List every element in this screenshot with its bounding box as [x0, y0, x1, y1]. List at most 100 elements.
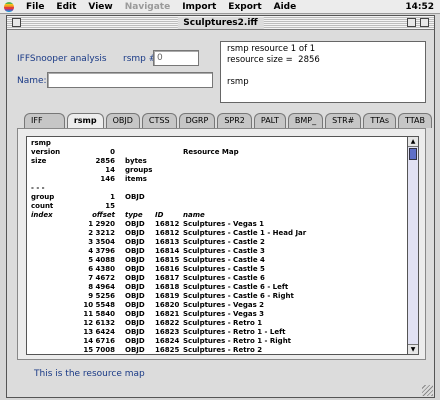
text-line-c3: 16815 [155, 256, 180, 264]
text-line-c1: 13 6424 [83, 328, 115, 336]
text-line-c3: 16814 [155, 247, 180, 255]
text-line-c4: Sculptures - Castle 5 [183, 265, 265, 273]
text-line-c4: Sculptures - Vegas 3 [183, 310, 265, 318]
text-line-c2: OBJD [125, 265, 145, 273]
text-line-c2: OBJD [125, 301, 145, 309]
tab-objd[interactable]: OBJD [105, 113, 140, 128]
tab-bmp[interactable]: BMP_ [287, 113, 324, 128]
tab-rsmp[interactable]: rsmp [66, 113, 104, 129]
text-line-c2: OBJD [125, 193, 145, 201]
tab-iff-file[interactable]: IFF File [24, 113, 65, 137]
resource-map-text-area[interactable]: rsmp version 0 Resource Map size 2856 bytes 14 g… [26, 136, 408, 355]
rsmp-number-field[interactable]: 0 [153, 50, 199, 66]
text-line-c4: Sculptures - Retro 1 - Right [183, 337, 292, 345]
text-line-c1: 2856 [95, 157, 115, 165]
text-line-c1: 7 4672 [88, 274, 115, 282]
zoom-box-icon[interactable] [407, 18, 416, 27]
text-line-c4: Resource Map [183, 148, 239, 156]
menu-export[interactable]: Export [222, 2, 267, 12]
text-line-c2: OBJD [125, 310, 145, 318]
text-line-c1: 10 5548 [83, 301, 115, 309]
text-line-c4: Sculptures - Castle 2 [183, 238, 265, 246]
text-line-c4: Sculptures - Vegas 1 [183, 220, 265, 228]
window-title: Sculptures2.iff [177, 17, 264, 29]
analysis-label: IFFSnooper analysis [17, 54, 107, 64]
text-line-c4: Sculptures - Vegas 2 [183, 301, 265, 309]
tab-str[interactable]: STR# [325, 113, 362, 128]
menu-import[interactable]: Import [176, 2, 222, 12]
name-label: Name: [17, 76, 47, 86]
close-box-icon[interactable] [12, 18, 21, 27]
apple-menu-icon[interactable] [4, 1, 14, 12]
tab-spr2[interactable]: SPR2 [217, 113, 252, 128]
text-line-c2: OBJD [125, 220, 145, 228]
text-line-c3: 16817 [155, 274, 180, 282]
text-line-c0: - - - [31, 184, 45, 192]
text-line-c4: Sculptures - Castle 1 - Head Jar [183, 229, 307, 237]
text-line-c2: OBJD [125, 256, 145, 264]
resource-info-box: rsmp resource 1 of 1 resource size = 285… [220, 41, 426, 103]
document-window: Sculptures2.iff IFFSnooper analysis rsmp… [6, 15, 435, 398]
text-line-c1: 9 5256 [88, 292, 115, 300]
text-line-c1: 1 2920 [88, 220, 115, 228]
tab-bar: IFF File rsmp OBJD CTSS DGRP SPR2 PALT B… [24, 113, 434, 137]
text-line-c1: 3 3504 [88, 238, 115, 246]
scroll-up-arrow-icon[interactable]: ▲ [408, 137, 418, 147]
collapse-box-icon[interactable] [420, 18, 429, 27]
text-line-c2: OBJD [125, 319, 145, 327]
text-line-c2: groups [125, 166, 153, 174]
menu-file[interactable]: File [20, 2, 50, 12]
menubar-clock[interactable]: 14:52 [405, 2, 440, 12]
text-line-c4: Sculptures - Castle 4 [183, 256, 265, 264]
menu-edit[interactable]: Edit [50, 2, 82, 12]
text-line-c3: 16825 [155, 346, 180, 354]
text-line-c3: 16813 [155, 238, 180, 246]
window-title-bar[interactable]: Sculptures2.iff [7, 16, 434, 30]
text-line-c3: 16812 [155, 220, 180, 228]
text-line-c3: 16820 [155, 301, 180, 309]
tab-ctss[interactable]: CTSS [141, 113, 177, 128]
text-line-c4: Sculptures - Castle 6 [183, 274, 265, 282]
text-line-c3: 16812 [155, 229, 180, 237]
tab-palt[interactable]: PALT [253, 113, 286, 128]
menu-aide[interactable]: Aide [268, 2, 303, 12]
text-line-c1: 2 3212 [88, 229, 115, 237]
tab-ttas[interactable]: TTAs [363, 113, 397, 128]
tab-ttab[interactable]: TTAB [398, 113, 432, 128]
text-line-c2: type [125, 211, 143, 219]
text-line-c3: 16823 [155, 328, 180, 336]
tab-dgrp[interactable]: DGRP [178, 113, 216, 128]
scroll-down-arrow-icon[interactable]: ▼ [408, 344, 418, 354]
tab-panel: rsmp version 0 Resource Map size 2856 bytes 14 g… [17, 128, 426, 360]
text-line-c2: OBJD [125, 247, 145, 255]
text-line-c2: items [125, 175, 147, 183]
text-line-c4: Sculptures - Castle 6 - Right [183, 292, 294, 300]
text-line-c4: Sculptures - Retro 2 [183, 346, 263, 354]
text-line-c3: 16816 [155, 265, 180, 273]
resize-grip-icon[interactable] [422, 385, 433, 396]
text-line-c1: 12 6132 [83, 319, 115, 327]
scroll-thumb[interactable] [409, 148, 417, 160]
menu-view[interactable]: View [82, 2, 118, 12]
text-line-c3: 16819 [155, 292, 180, 300]
text-line-c1: 0 [110, 148, 115, 156]
text-line-c2: OBJD [125, 337, 145, 345]
text-line-c1: 1 [110, 193, 115, 201]
status-message: This is the resource map [34, 369, 145, 379]
text-line-c2: OBJD [125, 274, 145, 282]
text-line-c1: 14 6716 [83, 337, 115, 345]
text-line-c4: Sculptures - Retro 1 - Left [183, 328, 286, 336]
text-line-c2: OBJD [125, 238, 145, 246]
text-line-c2: OBJD [125, 328, 145, 336]
text-line-c2: OBJD [125, 346, 145, 354]
text-line-c3: 16824 [155, 337, 180, 345]
text-line-c2: bytes [125, 157, 147, 165]
name-field[interactable] [47, 72, 213, 88]
menu-bar: File Edit View Navigate Import Export Ai… [0, 0, 440, 14]
text-line-c4: Sculptures - Retro 1 [183, 319, 263, 327]
text-line-c0: rsmp [31, 139, 51, 147]
vertical-scrollbar[interactable]: ▲ ▼ [408, 136, 419, 355]
text-line-c4: name [183, 211, 205, 219]
text-line-c3: 16821 [155, 310, 180, 318]
text-line-c1: 6 4380 [88, 265, 115, 273]
